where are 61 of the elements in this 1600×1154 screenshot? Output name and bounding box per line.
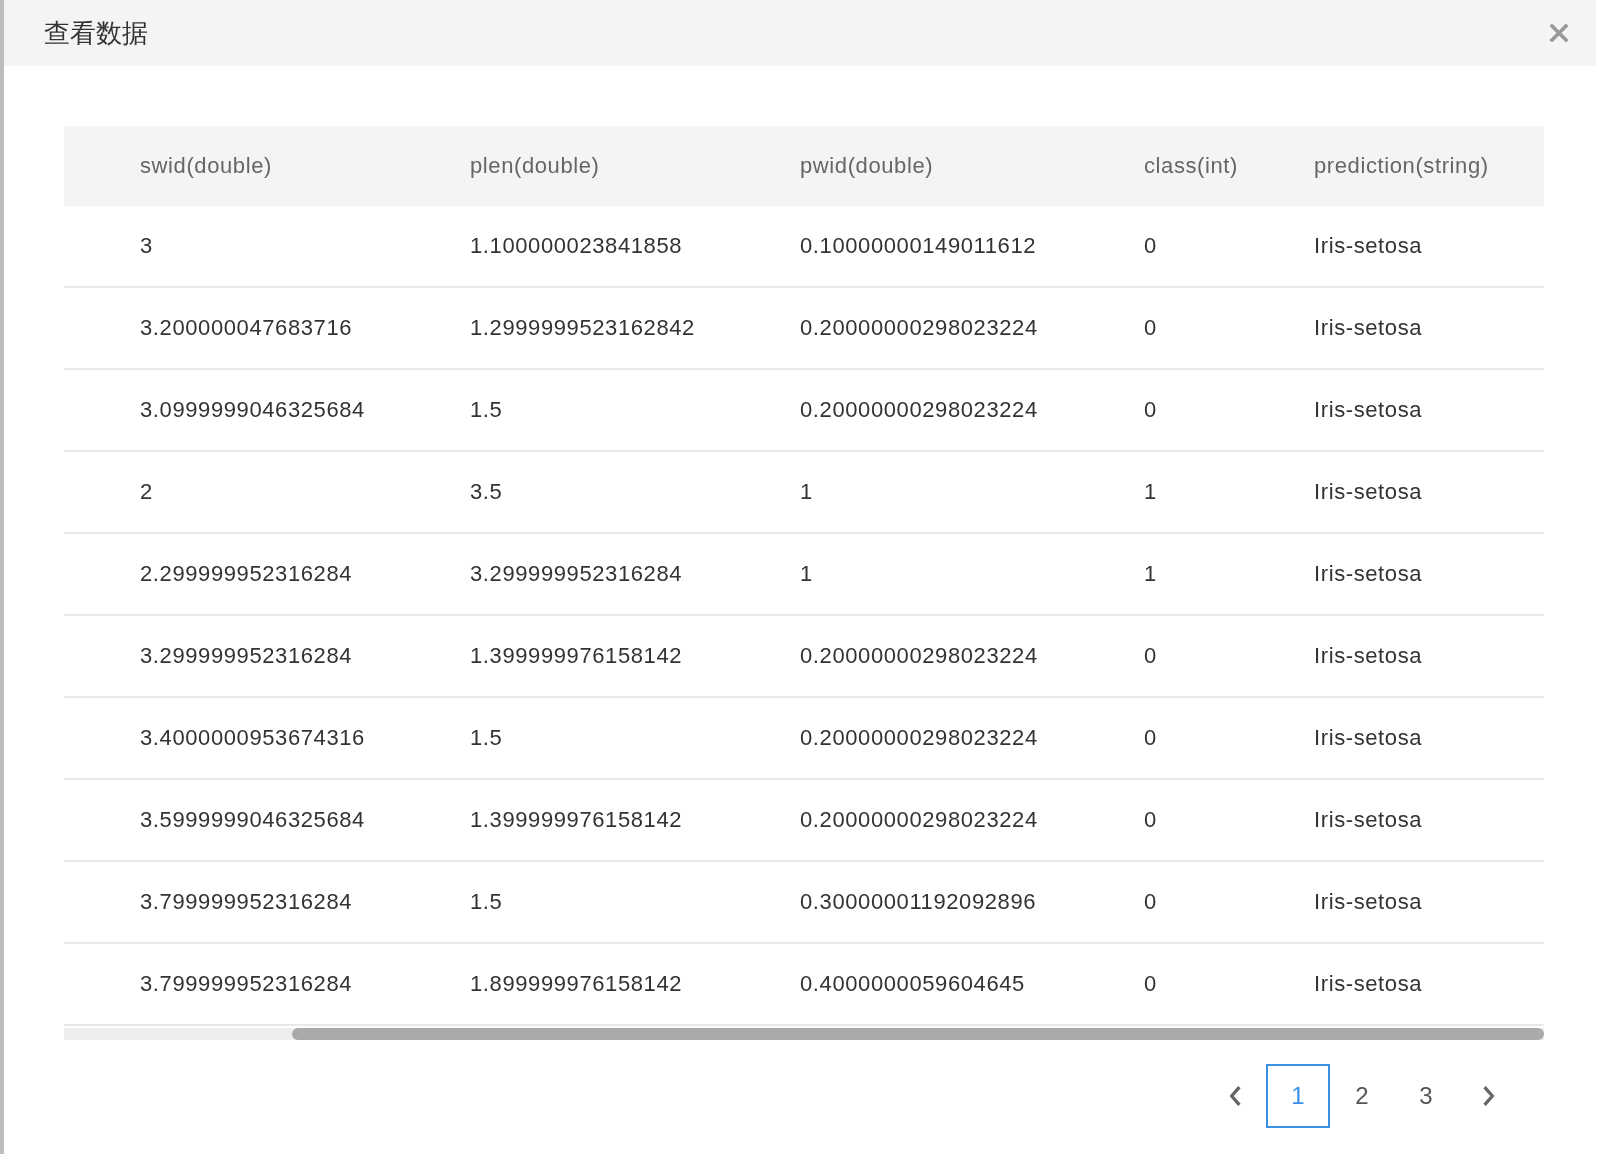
table-cell-text: 3.299999952316284 [140, 643, 354, 669]
table-cell-text: Iris-setosa [1314, 561, 1424, 587]
table-cell-text: 1.399999976158142 [470, 643, 684, 669]
table-cell-text: 3.5 [470, 479, 504, 505]
table-cell-text: 1.5 [470, 397, 504, 423]
table-cell-text: 3.799999952316284 [140, 971, 354, 997]
table-cell-text: Iris-setosa [1314, 479, 1424, 505]
table-cell-text: 0 [1144, 725, 1158, 751]
table-cell-text: 0.20000000298023224 [800, 643, 1039, 669]
table-cell-text: 1 [1144, 479, 1158, 505]
column-header: swid(double) [140, 153, 273, 179]
chevron-right-icon[interactable] [1482, 1085, 1496, 1107]
column-header: pwid(double) [800, 153, 935, 179]
table-cell-text: Iris-setosa [1314, 643, 1424, 669]
table-cell-text: 1.5 [470, 889, 504, 915]
table-cell-text: 1.899999976158142 [470, 971, 684, 997]
table-cell-text: Iris-setosa [1314, 971, 1424, 997]
table-cell-text: 0 [1144, 889, 1158, 915]
table-cell-text: Iris-setosa [1314, 315, 1424, 341]
table-cell-text: 0 [1144, 315, 1158, 341]
horizontal-scrollbar[interactable] [64, 1028, 1544, 1040]
table-cell-text: 0.20000000298023224 [800, 315, 1039, 341]
table-cell-text: 3.5999999046325684 [140, 807, 366, 833]
table-cell-text: 0 [1144, 397, 1158, 423]
table-cell-text: Iris-setosa [1314, 807, 1424, 833]
table-cell-text: 2 [140, 479, 154, 505]
table-cell-text: 1.5 [470, 725, 504, 751]
table-cell-text: 1.2999999523162842 [470, 315, 696, 341]
table-cell-text: 0.20000000298023224 [800, 807, 1039, 833]
table-cell-text: 0.4000000059604645 [800, 971, 1026, 997]
table-cell-text: 3.4000000953674316 [140, 725, 366, 751]
column-header: plen(double) [470, 153, 601, 179]
table-cell-text: 3.0999999046325684 [140, 397, 366, 423]
table-cell-text: 0 [1144, 807, 1158, 833]
table-cell-text: 3 [140, 233, 154, 259]
table-cell-text: 1 [800, 479, 814, 505]
table-cell-text: 3.799999952316284 [140, 889, 354, 915]
scrollbar-thumb[interactable] [292, 1028, 1544, 1040]
table-cell-text: 0.30000001192092896 [800, 889, 1038, 915]
table-cell-text: 1 [800, 561, 814, 587]
table-cell-text: 3.299999952316284 [470, 561, 684, 587]
column-header: prediction(string) [1314, 153, 1490, 179]
table-cell-text: 0 [1144, 971, 1158, 997]
table-cell-text: 0 [1144, 643, 1158, 669]
table-cell-text: 0.10000000149011612 [800, 233, 1038, 259]
table-cell-text: 0 [1144, 233, 1158, 259]
table-cell-text: 1.399999976158142 [470, 807, 684, 833]
table-cell-text: 3.200000047683716 [140, 315, 354, 341]
chevron-left-icon[interactable] [1228, 1085, 1242, 1107]
table-cell-text: 2.299999952316284 [140, 561, 354, 587]
table-cell-text: 0.20000000298023224 [800, 397, 1039, 423]
table-cell-text: 1.100000023841858 [470, 233, 684, 259]
close-icon[interactable] [1548, 22, 1570, 44]
table-cell-text: Iris-setosa [1314, 725, 1424, 751]
table-cell-text: 1 [1144, 561, 1158, 587]
table-cell-text: 0.20000000298023224 [800, 725, 1039, 751]
dialog-title: 查看数据 [44, 16, 148, 50]
table-cell-text: Iris-setosa [1314, 889, 1424, 915]
table-cell-text: Iris-setosa [1314, 233, 1424, 259]
table-cell-text: Iris-setosa [1314, 397, 1424, 423]
column-header: class(int) [1144, 153, 1239, 179]
